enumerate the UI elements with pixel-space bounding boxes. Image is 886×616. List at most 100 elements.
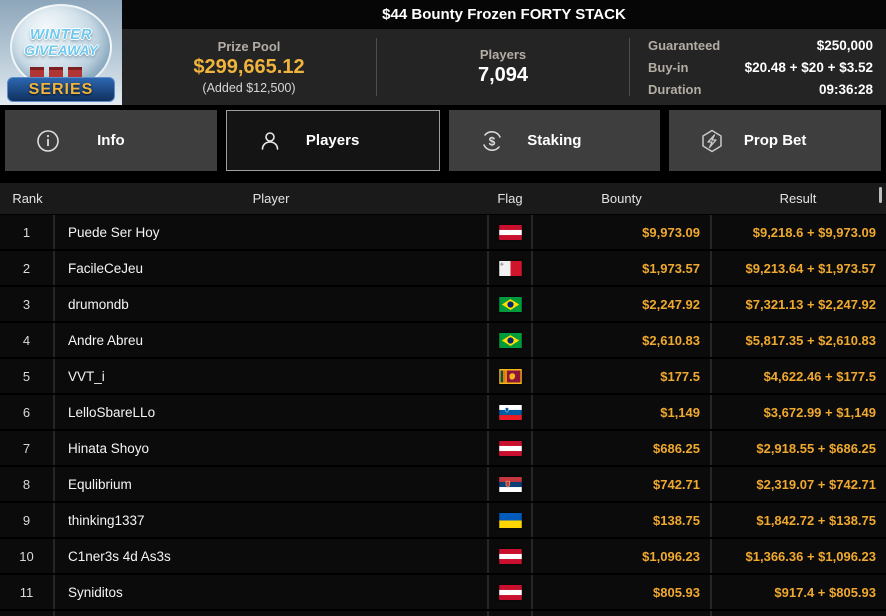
table-row[interactable]: 2 FacileCeJeu $1,973.57 $9,213.64 + $1,973.… (0, 251, 886, 285)
scrollbar-thumb[interactable] (879, 187, 882, 203)
duration-value: 09:36:28 (818, 81, 873, 97)
result-value: $3,672.99 + $1,149 (710, 395, 886, 429)
flag-cell (487, 503, 533, 537)
austria-flag-icon (498, 440, 522, 456)
tab-players[interactable]: Players (225, 110, 440, 171)
player-name: VVT_i (68, 368, 105, 384)
players-count: 7,094 (477, 64, 529, 86)
flag-cell (487, 539, 533, 573)
winter-giveaway-series-logo: WINTER GIVEAWAY SERIES (0, 0, 122, 105)
flag-cell (487, 251, 533, 285)
table-header: Rank Player Flag Bounty Result (0, 183, 886, 214)
guaranteed-label: Guaranteed (648, 37, 721, 53)
bounty-value: $2,610.83 (642, 332, 700, 348)
column-rank: Rank (12, 191, 43, 206)
houses-graphic (30, 64, 96, 78)
player-name: LelloSbareLLo (68, 404, 156, 420)
player-name: Puede Ser Hoy (68, 224, 160, 240)
stats-bar: Prize Pool $299,665.12 (Added $12,500) P… (122, 29, 886, 105)
bounty-value: $1,973.57 (642, 260, 700, 276)
flag-cell (487, 467, 533, 501)
tournament-window: WINTER GIVEAWAY SERIES $44 Bounty Frozen… (0, 0, 886, 616)
prop-bet-icon (699, 128, 725, 154)
result-value: $2,918.55 + $686.25 (710, 431, 886, 465)
result-value: $4,622.46 + $177.5 (710, 359, 886, 393)
tab-prop-bet-label: Prop Bet (743, 132, 807, 149)
table-row-partial (0, 611, 886, 616)
bounty-value: $9,973.09 (642, 224, 700, 240)
guaranteed-row: Guaranteed $250,000 (648, 36, 873, 55)
brazil-flag-icon (498, 332, 522, 348)
flag-cell (487, 287, 533, 321)
rank-cell: 11 (0, 575, 55, 609)
buyin-value: $20.48 + $20 + $3.52 (744, 59, 873, 75)
flag-cell (487, 359, 533, 393)
player-name: Andre Abreu (68, 332, 144, 348)
players-section: Players 7,094 (377, 29, 629, 105)
guaranteed-value: $250,000 (816, 37, 873, 53)
malta-flag-icon (498, 260, 522, 276)
result-value: $9,213.64 + $1,973.57 (710, 251, 886, 285)
serbia-flag-icon (498, 476, 522, 492)
table-row[interactable]: 6 LelloSbareLLo $1,149 $3,672.99 + $1,149 (0, 395, 886, 429)
players-label: Players (479, 47, 527, 62)
rank-cell: 3 (0, 287, 55, 321)
table-row[interactable]: 5 VVT_i $177.5 $4,622.46 + $177.5 (0, 359, 886, 393)
buyin-label: Buy-in (648, 59, 689, 75)
bounty-value: $2,247.92 (642, 296, 700, 312)
column-result: Result (779, 191, 817, 206)
staking-icon: $ (479, 128, 505, 154)
prize-pool-added: (Added $12,500) (202, 81, 296, 95)
tab-bar: Info Players $ Staking Prop Bet (0, 110, 886, 171)
tab-players-label: Players (305, 132, 360, 149)
table-row[interactable]: 10 C1ner3s 4d As3s $1,096.23 $1,366.36 + $1… (0, 539, 886, 573)
tab-staking[interactable]: $ Staking (448, 110, 661, 171)
austria-flag-icon (498, 584, 522, 600)
austria-flag-icon (498, 224, 522, 240)
bounty-value: $805.93 (653, 584, 700, 600)
rank-cell: 1 (0, 215, 55, 249)
svg-text:$: $ (488, 134, 495, 148)
result-value: $2,319.07 + $742.71 (710, 467, 886, 501)
prize-pool-label: Prize Pool (217, 39, 281, 54)
table-row[interactable]: 4 Andre Abreu $2,610.83 $5,817.35 + $2,610.… (0, 323, 886, 357)
table-row[interactable]: 3 drumondb $2,247.92 $7,321.13 + $2,247.92 (0, 287, 886, 321)
column-bounty: Bounty (601, 191, 642, 206)
slovenia-flag-icon (498, 404, 522, 420)
rank-cell: 9 (0, 503, 55, 537)
table-row[interactable]: 1 Puede Ser Hoy $9,973.09 $9,218.6 + $9,973… (0, 215, 886, 249)
result-value: $7,321.13 + $2,247.92 (710, 287, 886, 321)
player-name: drumondb (68, 296, 129, 312)
table-row[interactable]: 7 Hinata Shoyo $686.25 $2,918.55 + $686.25 (0, 431, 886, 465)
rank-cell: 4 (0, 323, 55, 357)
column-flag: Flag (497, 191, 523, 206)
player-name: Hinata Shoyo (68, 440, 150, 456)
result-value: $917.4 + $805.93 (710, 575, 886, 609)
table-row[interactable]: 9 thinking1337 $138.75 $1,842.72 + $138.75 (0, 503, 886, 537)
player-name: C1ner3s 4d As3s (68, 548, 171, 564)
player-name: FacileCeJeu (68, 260, 144, 276)
players-table: 1 Puede Ser Hoy $9,973.09 $9,218.6 + $9,973… (0, 215, 886, 616)
flag-cell (487, 575, 533, 609)
bounty-value: $1,149 (660, 404, 700, 420)
bounty-value: $138.75 (653, 512, 700, 528)
tab-info[interactable]: Info (5, 110, 217, 171)
table-row[interactable]: 11 Syniditos $805.93 $917.4 + $805.93 (0, 575, 886, 609)
player-name: Equlibrium (68, 476, 132, 492)
info-icon (35, 128, 61, 154)
brazil-flag-icon (498, 296, 522, 312)
logo-line1: WINTER (29, 26, 93, 43)
tab-prop-bet[interactable]: Prop Bet (669, 110, 881, 171)
player-name: thinking1337 (68, 512, 145, 528)
bounty-value: $177.5 (660, 368, 700, 384)
result-value: $5,817.35 + $2,610.83 (710, 323, 886, 357)
logo-line2: GIVEAWAY (24, 42, 98, 58)
result-value: $1,366.36 + $1,096.23 (710, 539, 886, 573)
tab-info-label: Info (97, 132, 125, 149)
rank-cell: 2 (0, 251, 55, 285)
bounty-value: $1,096.23 (642, 548, 700, 564)
rank-cell: 7 (0, 431, 55, 465)
table-row[interactable]: 8 Equlibrium $742.71 $2,319.07 + $742.71 (0, 467, 886, 501)
rank-cell: 8 (0, 467, 55, 501)
flag-cell (487, 431, 533, 465)
